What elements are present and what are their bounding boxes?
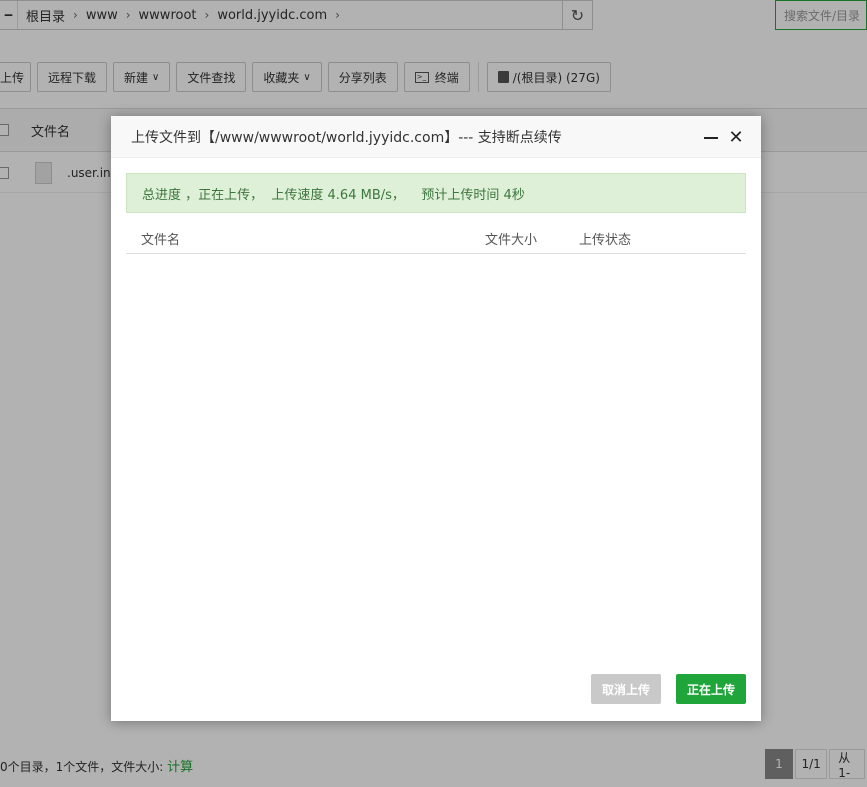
- column-file-size: 文件大小: [485, 233, 538, 248]
- uploading-button[interactable]: 正在上传: [676, 674, 746, 704]
- upload-list-header: 文件名 文件大小 上传状态: [126, 220, 746, 254]
- column-file-name: 文件名: [141, 233, 181, 248]
- close-icon[interactable]: ✕: [725, 126, 747, 148]
- cancel-upload-button[interactable]: 取消上传: [591, 674, 661, 704]
- column-upload-status: 上传状态: [579, 233, 632, 248]
- minimize-icon[interactable]: [704, 137, 718, 139]
- dialog-header: 上传文件到【/www/wwwroot/world.jyyidc.com】--- …: [111, 116, 761, 158]
- dialog-title: 上传文件到【/www/wwwroot/world.jyyidc.com】--- …: [131, 129, 562, 146]
- upload-dialog: 上传文件到【/www/wwwroot/world.jyyidc.com】--- …: [111, 116, 761, 721]
- upload-progress-status: 总进度 ，正在上传， 上传速度 4.64 MB/s， 预计上传时间 4秒: [126, 173, 746, 213]
